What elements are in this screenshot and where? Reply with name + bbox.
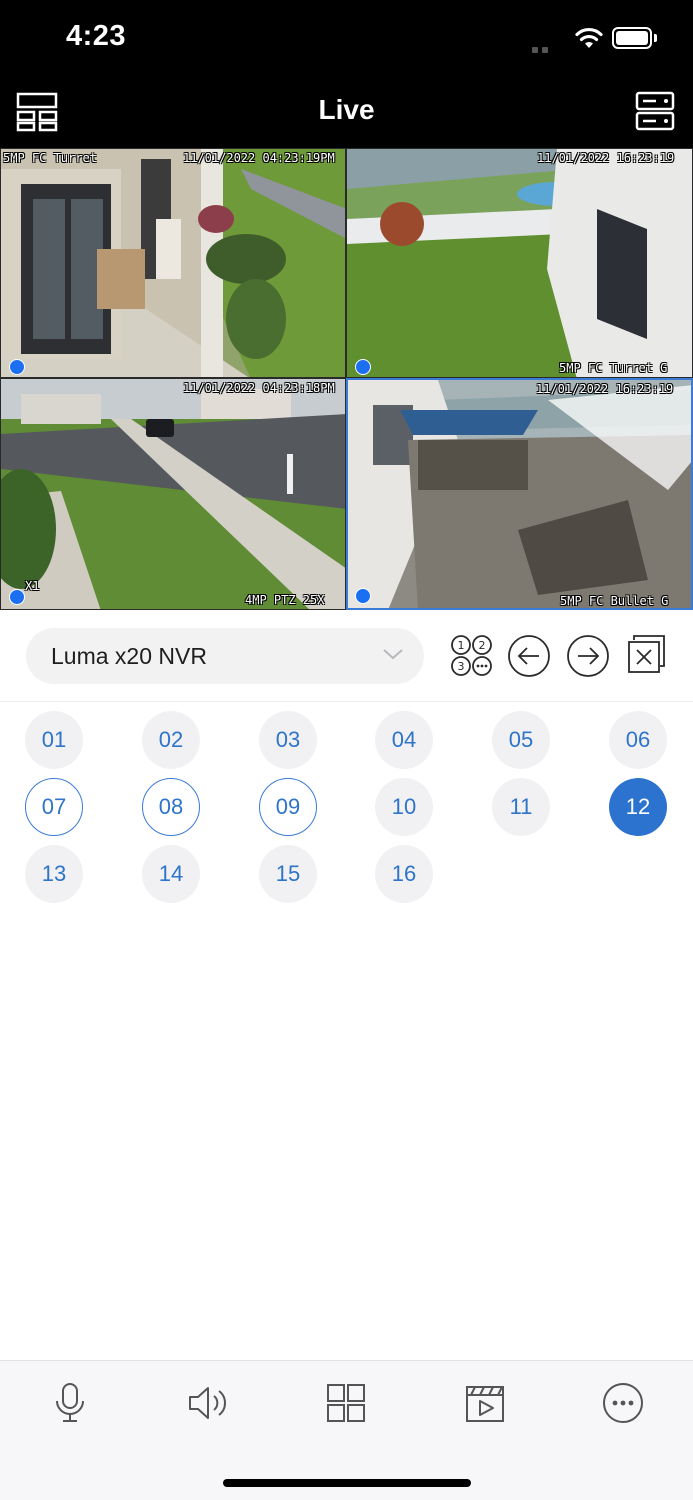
close-all-icon[interactable]: [626, 634, 668, 676]
camera-feed-3: [1, 379, 345, 609]
channel-04[interactable]: 04: [375, 711, 433, 769]
camera-tile-4[interactable]: 11/01/2022 16:23:19 5MP FC Bullet G: [346, 378, 693, 610]
battery-icon: [612, 27, 652, 49]
channel-06[interactable]: 06: [609, 711, 667, 769]
camera-1-timestamp: 11/01/2022 04:23:19PM: [183, 151, 335, 165]
home-indicator: [223, 1479, 471, 1487]
camera-feed-1: [1, 149, 345, 377]
grid-view-icon[interactable]: [324, 1381, 368, 1425]
nav-bar: Live: [0, 78, 693, 148]
more-icon[interactable]: [601, 1381, 645, 1425]
camera-tile-1[interactable]: 5MP FC Turret 11/01/2022 04:23:19PM: [0, 148, 346, 378]
camera-4-timestamp: 11/01/2022 16:23:19: [536, 382, 674, 396]
camera-2-timestamp: 11/01/2022 16:23:19: [537, 151, 675, 165]
speaker-icon[interactable]: [186, 1381, 230, 1425]
camera-2-name: 5MP FC Turret G: [559, 361, 668, 375]
status-time: 4:23: [66, 20, 127, 52]
camera-feed-2: [347, 149, 692, 377]
camera-3-name: 4MP PTZ 25X: [245, 593, 325, 607]
camera-feed-4: [348, 380, 691, 608]
camera-grid: 5MP FC Turret 11/01/2022 04:23:19PM 11/0…: [0, 148, 693, 610]
previous-page-icon[interactable]: [507, 634, 551, 678]
channel-16[interactable]: 16: [375, 845, 433, 903]
channel-12[interactable]: 12: [609, 778, 667, 836]
camera-tile-3[interactable]: 11/01/2022 04:23:18PM X1 4MP PTZ 25X: [0, 378, 346, 610]
camera-1-status-dot: [9, 359, 25, 375]
channel-15[interactable]: 15: [259, 845, 317, 903]
next-page-icon[interactable]: [566, 634, 610, 678]
camera-3-timestamp: 11/01/2022 04:23:18PM: [183, 381, 335, 395]
channel-11[interactable]: 11: [492, 778, 550, 836]
camera-1-name: 5MP FC Turret: [3, 151, 97, 165]
svg-text:2: 2: [479, 639, 486, 652]
status-bar: 4:23: [0, 0, 693, 78]
chevron-down-icon: [383, 649, 403, 660]
camera-tile-2[interactable]: 11/01/2022 16:23:19 5MP FC Turret G: [346, 148, 693, 378]
channel-03[interactable]: 03: [259, 711, 317, 769]
camera-3-zoom: X1: [25, 579, 40, 593]
channel-08[interactable]: 08: [142, 778, 200, 836]
bottom-toolbar: [0, 1360, 693, 1500]
channel-01[interactable]: 01: [25, 711, 83, 769]
channel-number-icon[interactable]: 1 2 3: [450, 634, 494, 678]
channel-09[interactable]: 09: [259, 778, 317, 836]
channel-10[interactable]: 10: [375, 778, 433, 836]
playback-icon[interactable]: [463, 1381, 507, 1425]
microphone-icon[interactable]: [48, 1381, 92, 1425]
device-name: Luma x20 NVR: [51, 643, 207, 669]
device-row: Luma x20 NVR 1 2 3: [0, 610, 693, 702]
camera-2-status-dot: [355, 359, 371, 375]
camera-4-name: 5MP FC Bullet G: [560, 594, 669, 608]
page-title: Live: [318, 94, 375, 125]
channel-07[interactable]: 07: [25, 778, 83, 836]
live-view-screen: 4:23 Live 5MP FC Turret 11/01/2022 04:23…: [0, 0, 693, 1500]
channel-14[interactable]: 14: [142, 845, 200, 903]
camera-3-status-dot: [9, 589, 25, 605]
camera-4-status-dot: [355, 588, 371, 604]
device-list-icon[interactable]: [634, 90, 676, 132]
svg-text:3: 3: [458, 660, 465, 673]
svg-text:1: 1: [458, 639, 465, 652]
channel-05[interactable]: 05: [492, 711, 550, 769]
channel-02[interactable]: 02: [142, 711, 200, 769]
channel-13[interactable]: 13: [25, 845, 83, 903]
wifi-icon: [575, 27, 603, 48]
device-selector[interactable]: Luma x20 NVR: [26, 628, 424, 684]
cellular-signal-icon: [532, 40, 552, 58]
